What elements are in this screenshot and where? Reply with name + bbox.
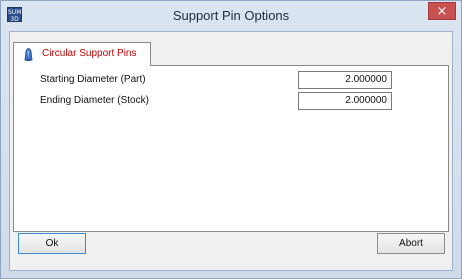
close-button[interactable]: × <box>428 2 456 20</box>
tab-label: Circular Support Pins <box>42 48 137 59</box>
ending-diameter-field[interactable]: 2.000000 <box>298 92 392 110</box>
abort-button[interactable]: Abort <box>377 233 445 254</box>
tab-panel: Starting Diameter (Part) 2.000000 Ending… <box>13 65 449 232</box>
dialog-window: SUM 3D Support Pin Options × Circular Su… <box>0 0 462 279</box>
title-bar[interactable]: SUM 3D Support Pin Options × <box>1 1 461 31</box>
dialog-body: Circular Support Pins Starting Diameter … <box>9 31 453 271</box>
tab-circular-support-pins[interactable]: Circular Support Pins <box>13 42 151 66</box>
ok-button[interactable]: Ok <box>18 233 86 254</box>
window-title: Support Pin Options <box>172 8 290 23</box>
ending-diameter-label: Ending Diameter (Stock) <box>40 95 149 106</box>
support-pin-icon <box>24 48 33 61</box>
starting-diameter-label: Starting Diameter (Part) <box>40 74 146 85</box>
starting-diameter-field[interactable]: 2.000000 <box>298 71 392 89</box>
